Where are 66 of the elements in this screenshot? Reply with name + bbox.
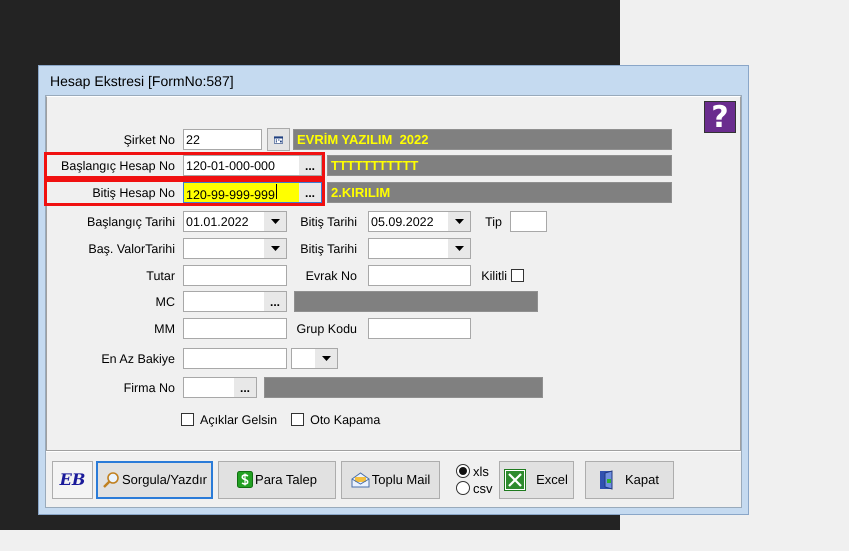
info-bar: 2.KIRILIM (327, 182, 672, 203)
toolbar-button[interactable]: Toplu Mail (341, 460, 440, 498)
toolbar-button[interactable]: Sorgula/Yazdır (96, 460, 213, 498)
input-field[interactable] (183, 348, 287, 369)
field-label: En Az Bakiye (100, 352, 176, 366)
spreadsheet-icon (504, 468, 526, 490)
input-field[interactable] (183, 265, 287, 286)
dropdown[interactable] (291, 348, 338, 369)
input-field[interactable] (183, 318, 287, 339)
field-label: MC (154, 294, 176, 308)
door-icon (599, 470, 615, 490)
calendar-button[interactable] (267, 128, 290, 151)
field-label: Bitiş Hesap No (91, 186, 176, 200)
browse-button[interactable]: ... (264, 292, 286, 311)
field-label: Şirket No (122, 132, 176, 146)
input-field[interactable] (510, 211, 547, 232)
dropdown[interactable]: 01.01.2022 (183, 211, 287, 232)
dropdown-arrow-icon (454, 246, 464, 251)
radio-label: xls (473, 464, 489, 478)
radio-button[interactable] (456, 481, 470, 495)
checkbox-label: Açıklar Gelsin (200, 412, 278, 426)
field-label: Grup Kodu (296, 322, 358, 336)
field-label: Başlangıç Hesap No (60, 158, 176, 172)
info-bar: TTTTTTTTTTT (327, 155, 672, 176)
field-label: Tip (484, 214, 503, 228)
envelope-icon (350, 472, 370, 488)
field-label: Firma No (122, 380, 176, 394)
calendar-icon (274, 134, 283, 146)
field-label: Tutar (145, 268, 176, 282)
input-field[interactable]: 22 (183, 129, 262, 150)
money-icon (237, 471, 254, 488)
browse-button[interactable]: ... (234, 378, 256, 397)
dropdown-arrow-icon (454, 219, 464, 224)
browse-button[interactable]: ... (299, 183, 321, 202)
radio-button[interactable] (456, 464, 470, 478)
help-button[interactable]: ? (704, 101, 736, 133)
checkbox[interactable] (181, 413, 194, 426)
toolbar-button[interactable]: Excel (498, 460, 574, 498)
input-field[interactable]: 120-01-000-000 ... (183, 155, 322, 176)
input-field[interactable] (368, 318, 471, 339)
checkbox[interactable] (291, 413, 304, 426)
radio-label: csv (473, 480, 492, 496)
input-field[interactable]: ... (183, 291, 287, 312)
toolbar-button[interactable]: Para Talep (218, 460, 336, 498)
dropdown[interactable]: 05.09.2022 (368, 211, 471, 232)
dropdown-arrow-icon (270, 246, 280, 251)
checkbox-label: Oto Kapama (310, 412, 380, 426)
field-label: Bitiş Tarihi (299, 242, 358, 256)
browse-button[interactable]: ... (299, 156, 321, 175)
dropdown-arrow-icon (270, 219, 280, 224)
field-label: Bitiş Tarihi (299, 214, 358, 228)
dropdown-arrow-icon (322, 356, 330, 361)
field-label: Başlangıç Tarihi (86, 214, 176, 228)
field-label: Kilitli (480, 268, 508, 282)
field-label: Evrak No (304, 268, 358, 282)
checkbox[interactable] (511, 269, 524, 282)
input-field[interactable]: 120-99-999-999 ... (183, 182, 322, 203)
search-icon (102, 470, 120, 488)
field-label: Baş. ValorTarihi (87, 242, 176, 256)
toolbar-button[interactable]: Kapat (584, 460, 674, 498)
input-field[interactable] (368, 265, 471, 286)
window-title: Hesap Ekstresi [FormNo:587] (49, 72, 235, 91)
input-field[interactable]: ... (183, 377, 257, 398)
info-bar: EVRİM YAZILIM 2022 (293, 129, 672, 150)
logo-button[interactable]: EB (52, 460, 93, 498)
field-label: MM (153, 322, 176, 336)
